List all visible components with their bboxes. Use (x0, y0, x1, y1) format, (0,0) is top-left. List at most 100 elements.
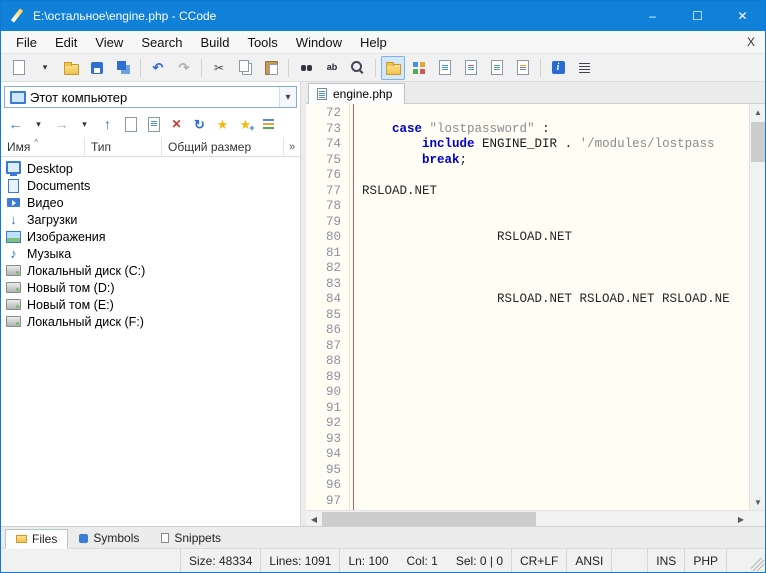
new-document-button[interactable] (120, 113, 141, 135)
panel-tabs: Files Symbols Snippets (1, 526, 765, 548)
scroll-up-icon[interactable]: ▲ (750, 104, 766, 120)
vscroll-thumb[interactable] (751, 122, 765, 162)
tab-engine-php[interactable]: engine.php (308, 83, 405, 104)
line-number: 83 (306, 277, 341, 293)
menu-search[interactable]: Search (132, 32, 191, 53)
code-explorer-button[interactable] (407, 56, 431, 80)
menu-close-button[interactable]: X (747, 35, 755, 49)
redo-button[interactable] (172, 56, 196, 80)
maximize-button[interactable]: ☐ (675, 1, 720, 31)
column-type[interactable]: Тип (85, 137, 162, 156)
replace-button[interactable] (320, 56, 344, 80)
code-editor[interactable]: 7273747576777879808182838485868788899091… (306, 104, 765, 510)
scroll-left-icon[interactable]: ◀ (306, 511, 322, 527)
menu-file[interactable]: File (7, 32, 46, 53)
location-combobox[interactable]: Этот компьютер ▾ (4, 86, 297, 108)
panel-tab-symbols[interactable]: Symbols (68, 528, 150, 548)
vertical-scrollbar[interactable]: ▲ ▼ (749, 104, 765, 510)
menu-window[interactable]: Window (287, 32, 351, 53)
snippets-panel-button[interactable] (459, 56, 483, 80)
panel-tab-label: Symbols (93, 531, 139, 545)
messages-panel-button[interactable] (511, 56, 535, 80)
code-line (362, 246, 749, 262)
back-icon (8, 116, 24, 132)
code-line (362, 432, 749, 448)
favorites-button[interactable] (212, 113, 233, 135)
cut-button[interactable] (207, 56, 231, 80)
tree-item[interactable]: Музыка (1, 245, 300, 262)
new-file-button[interactable] (7, 56, 31, 80)
refresh-button[interactable] (189, 113, 210, 135)
tree-item[interactable]: Видео (1, 194, 300, 211)
status-caret-group: Ln: 100 Col: 1 Sel: 0 | 0 (340, 549, 512, 572)
tree-item[interactable]: Локальный диск (C:) (1, 262, 300, 279)
tree-item[interactable]: Изображения (1, 228, 300, 245)
code-line: RSLOAD.NET (362, 230, 749, 246)
find-button[interactable] (294, 56, 318, 80)
code-line (362, 277, 749, 293)
vscroll-track[interactable] (750, 120, 765, 494)
code-explorer-icon (411, 60, 427, 76)
find-in-files-button[interactable] (346, 56, 370, 80)
up-button[interactable] (97, 113, 118, 135)
horizontal-scrollbar[interactable]: ◀ ▶ (306, 511, 749, 526)
column-size[interactable]: Общий размер (162, 137, 284, 156)
tree-item[interactable]: Загрузки (1, 211, 300, 228)
properties-button[interactable] (143, 113, 164, 135)
scroll-down-icon[interactable]: ▼ (750, 494, 766, 510)
code-token: RSLOAD.NET RSLOAD.NET RSLOAD.NE (497, 292, 730, 306)
hscroll-track[interactable] (322, 511, 733, 526)
status-stretch (612, 549, 648, 572)
about-button[interactable] (546, 56, 570, 80)
resize-grip[interactable] (751, 558, 764, 571)
view-options-button[interactable] (572, 56, 596, 80)
chevron-down-icon[interactable]: ▾ (279, 87, 296, 107)
panel-tab-snippets[interactable]: Snippets (150, 528, 232, 548)
code-content[interactable]: case "lostpassword" : include ENGINE_DIR… (353, 104, 749, 510)
more-columns-button[interactable]: » (284, 141, 300, 153)
delete-icon (169, 116, 185, 132)
panel-tab-files[interactable]: Files (5, 529, 68, 549)
save-all-button[interactable] (111, 56, 135, 80)
columns-button[interactable] (258, 113, 279, 135)
minimize-button[interactable]: – (630, 1, 675, 31)
files-icon (16, 535, 27, 543)
tree-item[interactable]: Новый том (E:) (1, 296, 300, 313)
file-explorer-button[interactable] (381, 56, 405, 80)
tree-item[interactable]: Локальный диск (F:) (1, 313, 300, 330)
menu-build[interactable]: Build (192, 32, 239, 53)
todo-list-button[interactable] (485, 56, 509, 80)
forward-history-icon (77, 116, 93, 132)
line-number: 78 (306, 199, 341, 215)
save-button[interactable] (85, 56, 109, 80)
forward-button[interactable] (51, 113, 72, 135)
back-history-button[interactable] (28, 113, 49, 135)
forward-history-button[interactable] (74, 113, 95, 135)
panel-tab-label: Files (32, 532, 57, 546)
tree-item[interactable]: Новый том (D:) (1, 279, 300, 296)
editor-tab-bar: engine.php (306, 82, 765, 104)
hscroll-thumb[interactable] (322, 512, 536, 526)
copy-button[interactable] (233, 56, 257, 80)
menu-view[interactable]: View (86, 32, 132, 53)
close-button[interactable]: ✕ (720, 1, 765, 31)
status-spacer (1, 549, 181, 572)
add-favorite-button[interactable] (235, 113, 256, 135)
title-bar[interactable]: E:\остальное\engine.php - CCode – ☐ ✕ (1, 1, 765, 31)
column-name[interactable]: Имя^ (1, 137, 85, 156)
menu-help[interactable]: Help (351, 32, 396, 53)
new-file-dropdown-button[interactable] (33, 56, 57, 80)
tree-item[interactable]: Documents (1, 177, 300, 194)
menu-edit[interactable]: Edit (46, 32, 86, 53)
paste-button[interactable] (259, 56, 283, 80)
document-map-button[interactable] (433, 56, 457, 80)
back-button[interactable] (5, 113, 26, 135)
line-number: 80 (306, 230, 341, 246)
delete-button[interactable] (166, 113, 187, 135)
tree-item[interactable]: Desktop (1, 160, 300, 177)
code-token: . (557, 137, 580, 151)
open-file-button[interactable] (59, 56, 83, 80)
undo-button[interactable] (146, 56, 170, 80)
scroll-right-icon[interactable]: ▶ (733, 511, 749, 527)
menu-tools[interactable]: Tools (238, 32, 286, 53)
